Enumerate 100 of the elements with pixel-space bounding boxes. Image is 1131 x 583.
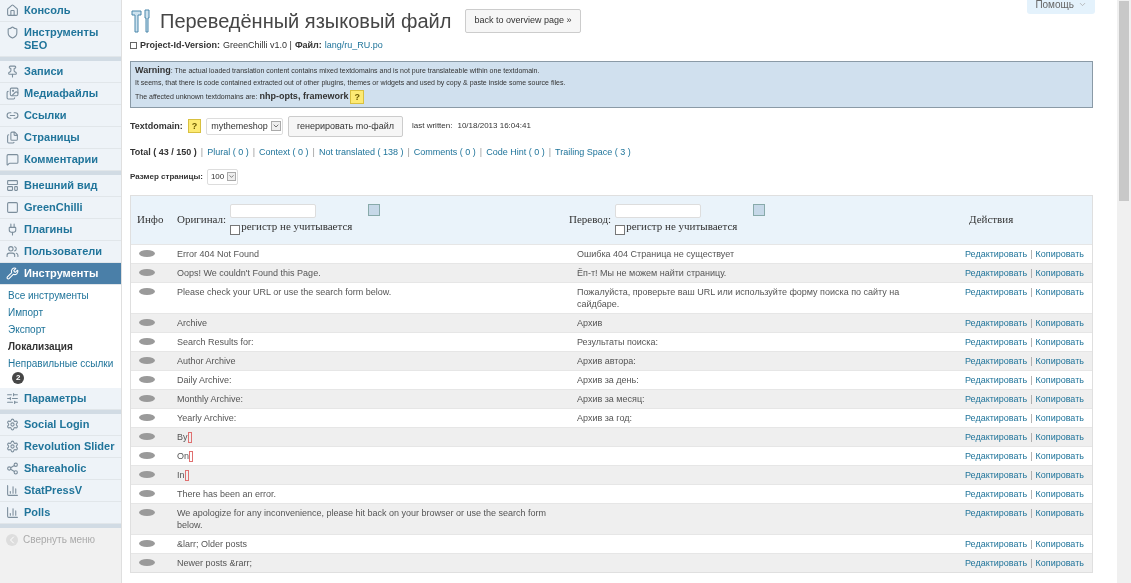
sidebar-item[interactable]: Инструменты bbox=[0, 263, 121, 285]
filter-link[interactable]: Code Hint ( 0 ) bbox=[486, 146, 545, 160]
copy-link[interactable]: Копировать bbox=[1035, 373, 1084, 386]
copy-link[interactable]: Копировать bbox=[1035, 487, 1084, 500]
edit-link[interactable]: Редактировать bbox=[965, 373, 1028, 386]
copy-link[interactable]: Копировать bbox=[1035, 506, 1084, 519]
sidebar-item[interactable]: Параметры bbox=[0, 388, 121, 410]
sidebar-item[interactable]: Записи bbox=[0, 61, 121, 83]
caret-icon bbox=[1078, 0, 1087, 9]
sidebar-item[interactable]: Внешний вид bbox=[0, 175, 121, 197]
copy-link[interactable]: Копировать bbox=[1035, 247, 1084, 260]
submenu-item[interactable]: Все инструменты bbox=[8, 287, 117, 304]
copy-link[interactable]: Копировать bbox=[1035, 468, 1084, 481]
copy-link[interactable]: Копировать bbox=[1035, 430, 1084, 443]
generate-mo-button[interactable]: генерировать mo-файл bbox=[287, 115, 403, 137]
original-text: Daily Archive: bbox=[177, 374, 232, 385]
textdomain-select[interactable]: mythemeshop bbox=[206, 117, 283, 135]
sidebar-item[interactable]: Social Login bbox=[0, 414, 121, 436]
help-badge[interactable]: ? bbox=[187, 119, 202, 134]
last-written-label: last written: bbox=[412, 120, 453, 133]
back-button[interactable]: back to overview page » bbox=[465, 9, 581, 33]
copy-link[interactable]: Копировать bbox=[1035, 266, 1084, 279]
file-link[interactable]: lang/ru_RU.po bbox=[324, 39, 383, 53]
checkbox[interactable] bbox=[615, 224, 626, 235]
filter-link[interactable]: Trailing Space ( 3 ) bbox=[555, 146, 631, 160]
translation-text: Ёп-т! Мы не можем найти страницу. bbox=[577, 267, 727, 278]
edit-link[interactable]: Редактировать bbox=[965, 354, 1028, 367]
sidebar-item[interactable]: Медиафайлы bbox=[0, 83, 121, 105]
separator: | bbox=[312, 146, 315, 159]
php-icon bbox=[139, 558, 155, 566]
edit-link[interactable]: Редактировать bbox=[965, 392, 1028, 405]
sidebar-item[interactable]: Shareaholic bbox=[0, 458, 121, 480]
menu-icon bbox=[6, 109, 19, 122]
copy-link[interactable]: Копировать bbox=[1035, 316, 1084, 329]
edit-link[interactable]: Редактировать bbox=[965, 556, 1028, 569]
menu-icon bbox=[6, 4, 19, 17]
submenu-item[interactable]: Локализация bbox=[8, 338, 117, 355]
php-icon bbox=[139, 394, 155, 402]
sidebar-item[interactable]: StatPressV bbox=[0, 480, 121, 502]
page-size-select[interactable]: 100 bbox=[206, 168, 239, 185]
search-field[interactable] bbox=[230, 204, 317, 219]
copy-link[interactable]: Копировать bbox=[1035, 392, 1084, 405]
filter-link[interactable]: Context ( 0 ) bbox=[259, 146, 309, 160]
edit-link[interactable]: Редактировать bbox=[965, 266, 1028, 279]
edit-link[interactable]: Редактировать bbox=[965, 316, 1028, 329]
edit-link[interactable]: Редактировать bbox=[965, 411, 1028, 424]
filter-link[interactable]: Not translated ( 138 ) bbox=[318, 146, 404, 160]
php-icon bbox=[139, 287, 155, 295]
copy-link[interactable]: Копировать bbox=[1035, 411, 1084, 424]
php-icon bbox=[139, 268, 155, 276]
php-icon bbox=[139, 470, 155, 478]
translation-text: Пожалуйста, проверьте ваш URL или используйте форму поиска по сайту на сайдбаре. bbox=[577, 286, 900, 309]
submenu-item[interactable]: Неправильные ссылки 2 bbox=[8, 355, 117, 386]
search-field[interactable] bbox=[615, 204, 702, 219]
edit-link[interactable]: Редактировать bbox=[965, 430, 1028, 443]
edit-link[interactable]: Редактировать bbox=[965, 487, 1028, 500]
sidebar-item[interactable]: Плагины bbox=[0, 219, 121, 241]
copy-link[interactable]: Копировать bbox=[1035, 354, 1084, 367]
sidebar-item[interactable]: Консоль bbox=[0, 0, 121, 22]
filter-link[interactable]: Comments ( 0 ) bbox=[413, 146, 476, 160]
checkbox[interactable] bbox=[230, 224, 241, 235]
edit-link[interactable]: Редактировать bbox=[965, 247, 1028, 260]
copy-link[interactable]: Копировать bbox=[1035, 556, 1084, 569]
copy-link[interactable]: Копировать bbox=[1035, 449, 1084, 462]
translation-text: Архив bbox=[577, 317, 603, 328]
help-badge[interactable]: ? bbox=[350, 89, 364, 104]
trailing-space-marker bbox=[187, 431, 192, 443]
help-dropdown-button[interactable]: Помощь bbox=[1027, 0, 1095, 14]
sidebar-item[interactable]: Пользователи bbox=[0, 241, 121, 263]
edit-link[interactable]: Редактировать bbox=[965, 537, 1028, 550]
php-icon bbox=[139, 451, 155, 459]
submenu-item[interactable]: Импорт bbox=[8, 304, 117, 321]
edit-link[interactable]: Редактировать bbox=[965, 468, 1028, 481]
sidebar-item[interactable]: Polls bbox=[0, 502, 121, 524]
sidebar-item[interactable]: Инструменты SEO bbox=[0, 22, 121, 57]
expand-icon[interactable] bbox=[130, 42, 137, 50]
filter-link[interactable]: Plural ( 0 ) bbox=[207, 146, 249, 160]
edit-link[interactable]: Редактировать bbox=[965, 335, 1028, 348]
sidebar-item[interactable]: GreenChilli bbox=[0, 197, 121, 219]
copy-link[interactable]: Копировать bbox=[1035, 285, 1084, 298]
translation-text: Архив за год: bbox=[577, 412, 632, 423]
edit-link[interactable]: Редактировать bbox=[965, 285, 1028, 298]
copy-link[interactable]: Копировать bbox=[1035, 537, 1084, 550]
sidebar-item[interactable]: Ссылки bbox=[0, 105, 121, 127]
sidebar-item[interactable]: Страницы bbox=[0, 127, 121, 149]
column-header: Действия bbox=[969, 212, 1014, 228]
separator: | bbox=[1030, 247, 1033, 260]
php-icon bbox=[139, 356, 155, 364]
last-written-date: 10/18/2013 16:04:41 bbox=[457, 120, 531, 133]
menu-icon bbox=[6, 484, 19, 497]
sidebar-item[interactable]: Revolution Slider bbox=[0, 436, 121, 458]
edit-link[interactable]: Редактировать bbox=[965, 506, 1028, 519]
submenu-item[interactable]: Экспорт bbox=[8, 321, 117, 338]
separator: | bbox=[1030, 411, 1033, 424]
edit-link[interactable]: Редактировать bbox=[965, 449, 1028, 462]
separator: | bbox=[1030, 430, 1033, 443]
sidebar-item[interactable]: Комментарии bbox=[0, 149, 121, 171]
filter-link[interactable]: Total ( 43 / 150 ) bbox=[130, 146, 197, 160]
scrollbar[interactable] bbox=[1117, 0, 1131, 583]
copy-link[interactable]: Копировать bbox=[1035, 335, 1084, 348]
